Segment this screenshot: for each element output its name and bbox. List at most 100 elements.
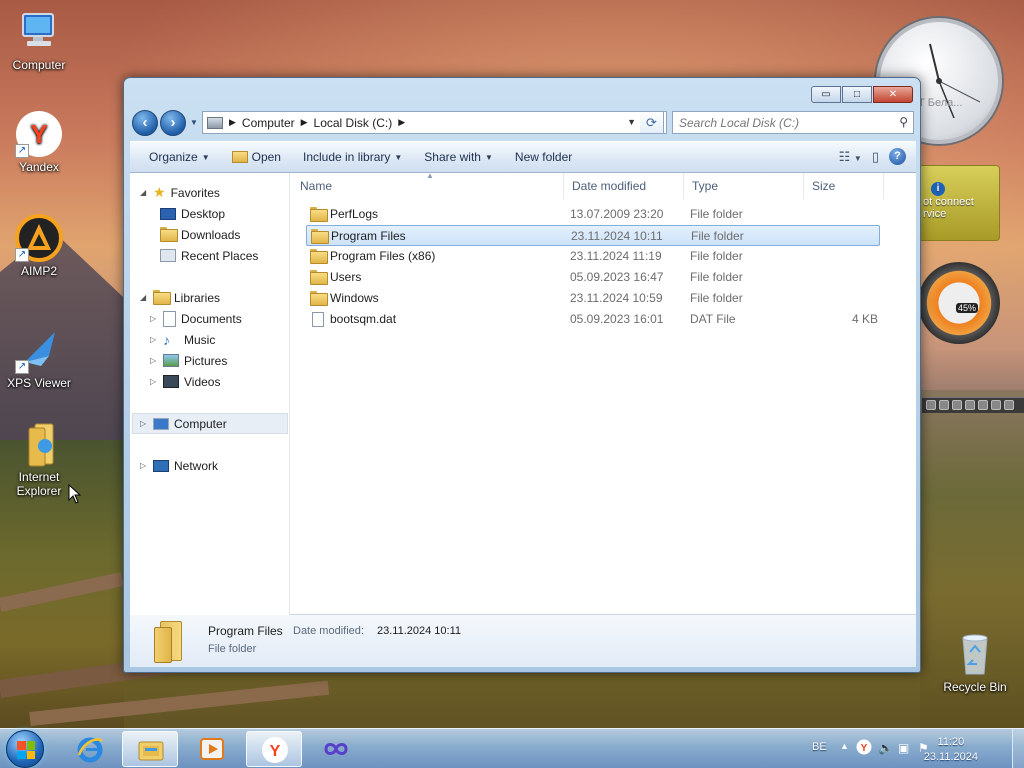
column-header-type[interactable]: Type — [684, 173, 804, 199]
xps-viewer-icon: ↗ — [15, 326, 63, 374]
desktop-icon-yandex[interactable]: Y ↗ Yandex — [0, 110, 78, 174]
refresh-button[interactable]: ⟳ — [640, 111, 664, 134]
nav-item-computer[interactable]: ▷ Computer — [140, 413, 227, 434]
breadcrumb-computer[interactable]: Computer — [242, 116, 295, 130]
desktop-icon-recycle-bin[interactable]: Recycle Bin — [936, 630, 1014, 694]
nav-label: Downloads — [181, 227, 241, 242]
search-input[interactable]: Search Local Disk (C:) ⚲ — [672, 111, 914, 134]
nav-item-desktop[interactable]: Desktop — [160, 203, 225, 224]
desktop-icon-xps-viewer[interactable]: ↗ XPS Viewer — [0, 326, 78, 390]
forward-button[interactable]: › — [160, 110, 186, 136]
player-button-icon[interactable] — [978, 400, 988, 410]
desktop-icon-internet-explorer[interactable]: Internet Explorer — [0, 420, 78, 498]
start-button[interactable] — [6, 730, 44, 768]
change-view-icon[interactable]: ☷ ▼ — [839, 149, 862, 165]
open-label: Open — [251, 150, 281, 164]
media-player-strip[interactable] — [922, 397, 1024, 413]
include-in-library-button[interactable]: Include in library ▼ — [296, 147, 409, 167]
player-button-icon[interactable] — [1004, 400, 1014, 410]
shortcut-arrow-icon: ↗ — [15, 248, 29, 262]
expand-arrow-icon[interactable]: ▷ — [150, 335, 158, 344]
column-header-name[interactable]: ▲ Name — [292, 171, 564, 199]
search-icon[interactable]: ⚲ — [899, 115, 908, 129]
taskbar: Y BE ▲ Y 🔈 ▣ ⚑ 11:20 23.11.2024 — [0, 728, 1024, 768]
preview-pane-icon[interactable]: ▯ — [872, 149, 879, 165]
svg-text:Y: Y — [270, 743, 281, 760]
table-row[interactable]: bootsqm.dat 05.09.2023 16:01 DAT File 4 … — [306, 309, 880, 330]
nav-item-favorites[interactable]: ◢ ★ Favorites — [140, 182, 220, 203]
search-placeholder: Search Local Disk (C:) — [679, 116, 800, 130]
player-button-icon[interactable] — [939, 400, 949, 410]
breadcrumb-separator-icon[interactable]: ▶ — [398, 117, 405, 128]
network-tray-icon[interactable]: ▣ — [898, 741, 909, 755]
table-row[interactable]: Users 05.09.2023 16:47 File folder — [306, 267, 880, 288]
yandex-tray-icon[interactable]: Y — [856, 739, 872, 758]
taskbar-windows-explorer[interactable] — [122, 731, 178, 767]
language-indicator[interactable]: BE — [812, 741, 827, 753]
folder-icon — [310, 270, 328, 285]
table-row[interactable]: PerfLogs 13.07.2009 23:20 File folder — [306, 204, 880, 225]
nav-item-music[interactable]: ▷ ♪ Music — [150, 329, 215, 350]
windows-explorer-icon — [137, 736, 165, 764]
expand-arrow-icon[interactable]: ▷ — [140, 461, 148, 470]
music-icon: ♪ — [163, 331, 170, 348]
minimize-button[interactable]: ▭ — [811, 86, 841, 103]
address-bar[interactable]: ▶ Computer ▶ Local Disk (C:) ▶ ▼ — [202, 111, 667, 134]
help-icon[interactable]: ? — [889, 148, 906, 165]
maximize-button[interactable]: □ — [842, 86, 872, 103]
expand-arrow-icon[interactable]: ▷ — [150, 314, 158, 323]
column-header-date-modified[interactable]: Date modified — [564, 173, 684, 199]
player-button-icon[interactable] — [965, 400, 975, 410]
nav-item-pictures[interactable]: ▷ Pictures — [150, 350, 227, 371]
taskbar-internet-explorer[interactable] — [62, 731, 118, 767]
desktop-icon-label: Yandex — [19, 160, 59, 174]
column-header-size[interactable]: Size — [804, 173, 884, 199]
show-hidden-icons-icon[interactable]: ▲ — [840, 741, 849, 751]
folder-icon — [310, 291, 328, 306]
share-with-button[interactable]: Share with ▼ — [417, 147, 500, 167]
table-row[interactable]: Program Files (x86) 23.11.2024 11:19 Fil… — [306, 246, 880, 267]
nav-item-libraries[interactable]: ◢ Libraries — [140, 287, 220, 308]
column-label: Name — [300, 179, 333, 193]
chevron-down-icon: ▼ — [201, 152, 210, 162]
player-button-icon[interactable] — [991, 400, 1001, 410]
taskbar-yandex[interactable]: Y — [246, 731, 302, 767]
weather-gadget[interactable]: i ot connect rvice — [918, 165, 1000, 241]
breadcrumb-local-disk[interactable]: Local Disk (C:) — [314, 116, 393, 130]
expand-arrow-icon[interactable]: ▷ — [150, 377, 158, 386]
explorer-window[interactable]: ▭ □ ✕ ‹ › ▼ ▶ Computer ▶ Local Disk (C:)… — [123, 77, 921, 673]
info-icon: i — [931, 182, 945, 196]
expand-arrow-icon[interactable]: ▷ — [150, 356, 158, 365]
back-button[interactable]: ‹ — [132, 110, 158, 136]
recent-pages-dropdown[interactable]: ▼ — [190, 118, 198, 127]
table-row[interactable]: Program Files 23.11.2024 10:11 File fold… — [306, 225, 880, 246]
close-button[interactable]: ✕ — [873, 86, 913, 103]
player-button-icon[interactable] — [926, 400, 936, 410]
desktop-icon-aimp2[interactable]: ↗ AIMP2 — [0, 214, 78, 278]
nav-item-videos[interactable]: ▷ Videos — [150, 371, 220, 392]
table-row[interactable]: Windows 23.11.2024 10:59 File folder — [306, 288, 880, 309]
organize-button[interactable]: Organize ▼ — [142, 147, 217, 167]
expand-arrow-icon[interactable]: ◢ — [140, 293, 148, 302]
expand-arrow-icon[interactable]: ◢ — [140, 188, 148, 197]
open-button[interactable]: Open — [225, 147, 288, 167]
nav-label: Recent Places — [181, 248, 259, 263]
folder-ie-icon — [15, 420, 63, 468]
nav-item-downloads[interactable]: Downloads — [160, 224, 240, 245]
show-desktop-button[interactable] — [1012, 729, 1024, 768]
nav-label: Videos — [184, 374, 221, 389]
taskbar-app[interactable] — [308, 731, 364, 767]
desktop-icon-computer[interactable]: Computer — [0, 8, 78, 72]
volume-muted-icon[interactable]: 🔈 — [878, 741, 893, 755]
player-button-icon[interactable] — [952, 400, 962, 410]
clock[interactable]: 11:20 23.11.2024 — [924, 735, 978, 765]
nav-item-network[interactable]: ▷ Network — [140, 455, 218, 476]
address-dropdown-icon[interactable]: ▼ — [627, 117, 636, 127]
expand-arrow-icon[interactable]: ▷ — [140, 419, 148, 428]
details-date-label: Date modified: — [293, 625, 364, 637]
nav-label: Computer — [174, 416, 227, 431]
nav-item-recent-places[interactable]: Recent Places — [160, 245, 258, 266]
nav-item-documents[interactable]: ▷ Documents — [150, 308, 242, 329]
taskbar-media-player[interactable] — [184, 731, 240, 767]
new-folder-button[interactable]: New folder — [508, 147, 579, 167]
